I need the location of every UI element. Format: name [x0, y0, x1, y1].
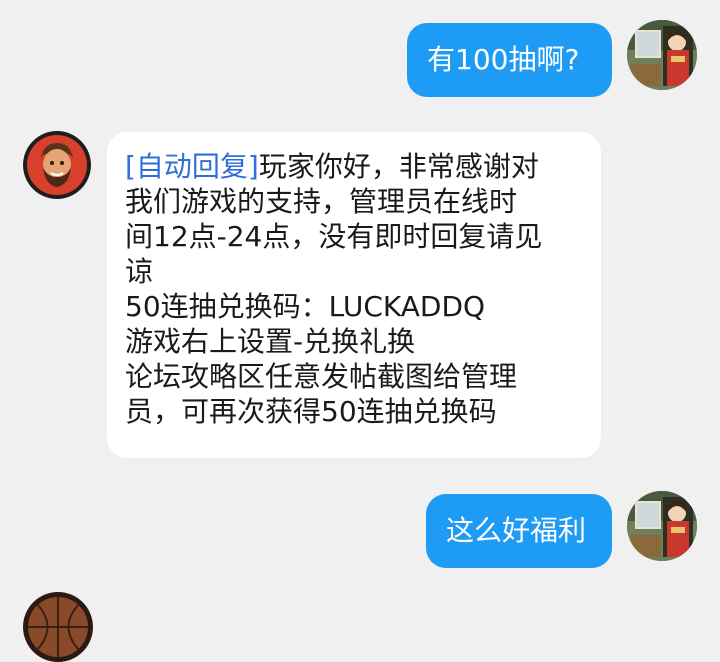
message-line: 论坛攻略区任意发帖截图给管理: [125, 360, 518, 393]
message-text: 有100抽啊?: [427, 43, 580, 76]
incoming-message-bubble[interactable]: [自动回复]玩家你好，非常感谢对 我们游戏的支持，管理员在线时 间12点-24点…: [107, 132, 601, 458]
message-text: 这么好福利: [446, 514, 587, 547]
anime-girl-avatar-icon[interactable]: [627, 491, 697, 561]
auto-reply-tag: [自动回复]: [125, 150, 259, 183]
message-line: 员，可再次获得50连抽兑换码: [125, 395, 497, 428]
outgoing-message-bubble[interactable]: 这么好福利: [426, 494, 612, 568]
message-line: 游戏右上设置-兑换礼换: [125, 325, 416, 358]
message-line: 间12点-24点，没有即时回复请见: [125, 220, 543, 253]
bearded-man-avatar-icon[interactable]: [23, 131, 91, 199]
message-line: 谅: [125, 255, 154, 288]
basketball-avatar-icon[interactable]: [23, 592, 93, 662]
anime-girl-avatar-icon[interactable]: [627, 20, 697, 90]
message-line: 50连抽兑换码：LUCKADDQ: [125, 290, 486, 323]
message-line: 玩家你好，非常感谢对: [258, 150, 539, 183]
message-line: 我们游戏的支持，管理员在线时: [125, 185, 518, 218]
outgoing-message-bubble[interactable]: 有100抽啊?: [407, 23, 612, 97]
